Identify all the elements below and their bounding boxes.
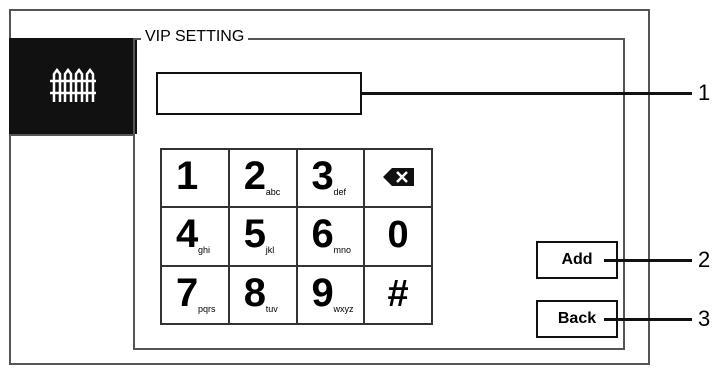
key-4[interactable]: 4 ghi	[162, 208, 230, 267]
key-letters: tuv	[265, 303, 278, 314]
callout-label-1: 1	[698, 80, 711, 105]
sidebar-divider	[9, 134, 134, 136]
key-digit: 5	[243, 212, 266, 257]
key-digit: 3	[311, 154, 334, 198]
key-letters: mno	[333, 245, 352, 256]
key-letters: abc	[265, 187, 281, 197]
keypad: 1 2 abc 3 def 4 ghi 5 jkl 6 mno 0 7 pqrs 8 tuv …	[160, 148, 433, 325]
fence-icon	[50, 68, 96, 102]
key-6[interactable]: 6 mno	[297, 208, 366, 267]
sidebar-menu-item[interactable]	[9, 38, 137, 134]
key-letters: def	[333, 187, 347, 197]
callout-label-2: 2	[698, 247, 711, 272]
key-digit: 4	[176, 212, 199, 257]
key-digit: #	[387, 272, 409, 315]
key-letters: pqrs	[198, 303, 216, 314]
callout-line-2	[604, 259, 692, 262]
callout-line-1	[362, 92, 692, 95]
key-digit: 2	[243, 154, 266, 198]
key-digit: 0	[387, 214, 409, 257]
key-2[interactable]: 2 abc	[229, 150, 298, 209]
key-digit: 1	[176, 154, 199, 198]
key-letters: ghi	[198, 245, 211, 256]
key-3[interactable]: 3 def	[297, 150, 366, 209]
vip-number-input[interactable]	[156, 72, 362, 115]
key-hash[interactable]: #	[365, 266, 433, 325]
key-7[interactable]: 7 pqrs	[162, 266, 230, 325]
key-digit: 7	[176, 270, 199, 315]
key-digit: 6	[311, 212, 334, 257]
callout-label-3: 3	[698, 306, 711, 331]
backspace-key[interactable]	[365, 150, 433, 209]
key-digit: 8	[243, 270, 266, 315]
key-letters: wxyz	[333, 303, 354, 314]
key-9[interactable]: 9 wxyz	[297, 266, 366, 325]
key-5[interactable]: 5 jkl	[229, 208, 298, 267]
group-title: VIP SETTING	[141, 28, 249, 46]
key-0[interactable]: 0	[365, 208, 433, 267]
key-letters: jkl	[265, 245, 275, 256]
key-8[interactable]: 8 tuv	[229, 266, 298, 325]
backspace-icon	[383, 168, 415, 186]
key-1[interactable]: 1	[162, 150, 230, 209]
key-digit: 9	[311, 270, 334, 315]
callout-line-3	[604, 318, 692, 321]
